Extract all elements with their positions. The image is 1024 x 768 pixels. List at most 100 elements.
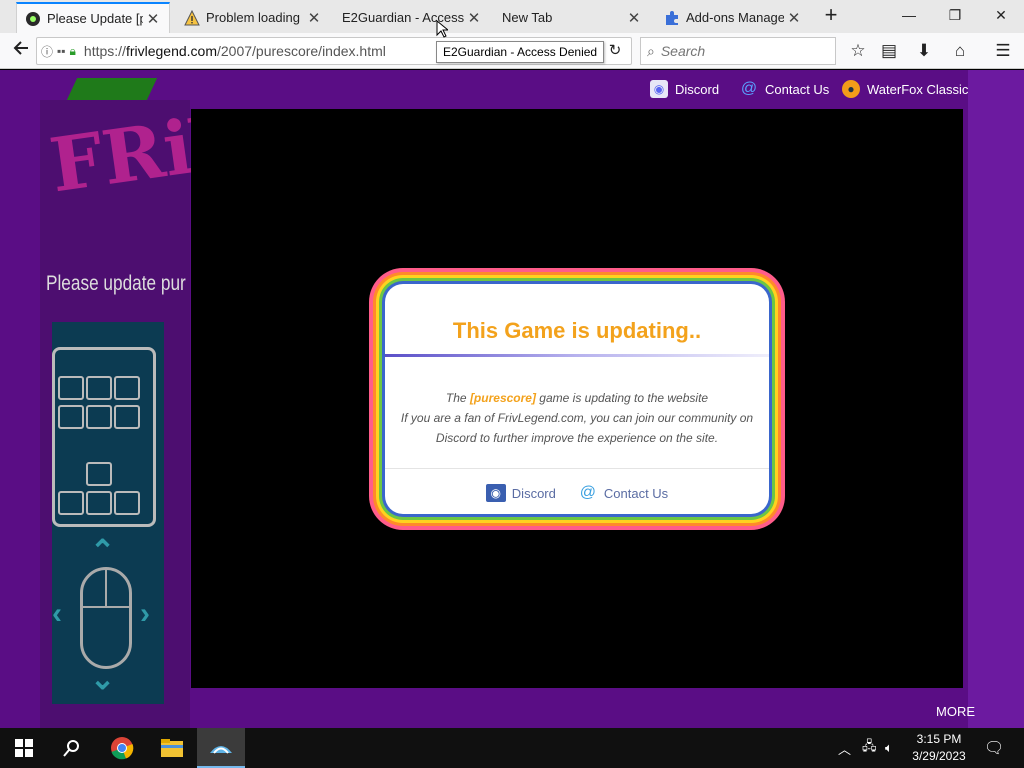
back-arrow-banner[interactable] — [66, 78, 158, 100]
info-icon[interactable]: ⓘ — [41, 43, 53, 60]
key — [86, 462, 112, 486]
key — [58, 376, 84, 400]
waterfox-label: WaterFox Classic — [867, 81, 969, 97]
home-button[interactable]: ⌂ — [947, 39, 973, 63]
key — [114, 376, 140, 400]
arrow-left-icon: ‹ — [52, 597, 62, 630]
tab-title: Add-ons Manager — [686, 10, 784, 25]
key — [114, 491, 140, 515]
at-sign-icon: @ — [579, 484, 596, 501]
dialog-discord-link[interactable]: ◉ Discord — [485, 484, 556, 502]
permissions-icon[interactable]: ▪▪ — [57, 44, 66, 58]
discord-label: Discord — [511, 485, 556, 501]
url-host: frivlegend.com — [125, 43, 217, 59]
lock-icon: 🔒︎ — [69, 43, 76, 58]
message-line: Discord to further improve the experienc… — [435, 431, 719, 445]
volume-icon[interactable]: 🔈︎ — [885, 728, 893, 768]
bookmark-star-button[interactable]: ☆ — [845, 39, 871, 63]
restore-button[interactable]: ❐ — [932, 0, 978, 30]
waterfox-icon: ● — [842, 80, 860, 98]
tab-close-icon[interactable]: ✕ — [143, 10, 163, 28]
tab-problem-loading[interactable]: Problem loading p ✕ — [176, 2, 330, 33]
network-icon[interactable]: 🖧︎ — [862, 728, 877, 768]
chrome-icon — [111, 737, 134, 760]
show-hidden-icons-button[interactable]: ︿ — [838, 728, 851, 768]
tab-please-update[interactable]: Please Update [pur ✕ — [16, 2, 170, 33]
tab-close-icon[interactable]: ✕ — [784, 9, 804, 27]
tab-tooltip: E2Guardian - Access Denied — [436, 41, 605, 63]
tab-strip: Please Update [pur ✕ Problem loading p ✕… — [0, 0, 1024, 33]
menu-button[interactable]: ☰ — [990, 39, 1016, 63]
waterfox-link[interactable]: ● WaterFox Classic — [842, 78, 968, 100]
message-text: The — [445, 391, 470, 405]
tab-title: Please Update [pur — [47, 11, 143, 26]
back-button[interactable] — [8, 39, 34, 63]
tab-new-tab[interactable]: New Tab ✕ — [496, 2, 650, 33]
waterfox-taskbar-button[interactable] — [197, 728, 245, 768]
site-favicon-icon — [25, 11, 41, 27]
key — [114, 405, 140, 429]
dialog-divider — [385, 354, 769, 357]
search-input[interactable] — [660, 43, 821, 59]
mouse-cursor-icon — [436, 20, 448, 38]
sidebar-game-title: Please update pur — [46, 272, 186, 295]
notification-center-icon[interactable]: 🗨︎ — [984, 728, 1004, 768]
key — [86, 491, 112, 515]
update-dialog: This Game is updating.. The [purescore] … — [369, 268, 785, 530]
discord-link[interactable]: ◉ Discord — [650, 78, 719, 100]
tab-close-icon[interactable]: ✕ — [304, 9, 324, 27]
dialog-contact-link[interactable]: @ Contact Us — [578, 484, 668, 502]
contact-label: Contact Us — [765, 81, 830, 97]
discord-label: Discord — [675, 81, 720, 97]
tab-close-icon[interactable]: ✕ — [464, 9, 484, 27]
minimize-button[interactable]: — — [886, 0, 932, 30]
dialog-links: ◉ Discord @ Contact Us — [385, 484, 769, 502]
keyboard-diagram — [52, 347, 156, 527]
contact-us-link[interactable]: @ Contact Us — [740, 78, 829, 100]
back-arrow-icon — [13, 41, 28, 55]
search-icon: ⌕ — [647, 42, 655, 59]
chrome-taskbar-button[interactable] — [98, 728, 146, 768]
key — [86, 405, 112, 429]
contact-label: Contact Us — [603, 485, 669, 501]
tab-title: New Tab — [502, 10, 553, 25]
folder-icon — [161, 739, 183, 757]
arrow-right-icon: › — [140, 597, 150, 630]
warning-icon — [184, 9, 200, 26]
tab-addons-manager[interactable]: Add-ons Manager ✕ — [656, 2, 810, 33]
clock-date: 3/29/2023 — [912, 749, 966, 763]
url-text: https://frivlegend.com/2007/purescore/in… — [84, 43, 386, 59]
search-button[interactable] — [48, 728, 96, 768]
search-bar[interactable]: ⌕ — [640, 37, 836, 65]
reload-button[interactable]: ↻ — [602, 39, 628, 63]
dialog-title: This Game is updating.. — [452, 318, 702, 343]
puzzle-piece-icon — [664, 10, 680, 26]
more-link[interactable]: MORE — [936, 704, 975, 719]
downloads-button[interactable]: ⬇ — [911, 39, 937, 63]
new-tab-button[interactable]: + — [820, 4, 842, 26]
key — [86, 376, 112, 400]
tab-close-icon[interactable]: ✕ — [624, 9, 644, 27]
start-button[interactable] — [0, 728, 48, 768]
right-background-strip — [968, 70, 1024, 728]
close-window-button[interactable]: ✕ — [978, 0, 1024, 30]
dialog-content: This Game is updating.. The [purescore] … — [385, 284, 769, 514]
key — [58, 491, 84, 515]
clock-time: 3:15 PM — [916, 732, 962, 746]
waterfox-icon — [210, 746, 232, 754]
at-sign-icon: @ — [740, 80, 758, 97]
system-clock[interactable]: 3:15 PM 3/29/2023 — [906, 731, 972, 765]
tab-title: Problem loading p — [206, 10, 304, 25]
discord-icon: ◉ — [650, 80, 668, 98]
arrow-up-icon: ⌃ — [90, 535, 116, 568]
search-icon — [63, 740, 79, 757]
windows-taskbar: ︿ 🖧︎ 🔈︎ 3:15 PM 3/29/2023 🗨︎ — [0, 728, 1024, 768]
controls-panel: ⌃ ‹ › ⌄ — [52, 322, 164, 704]
dialog-divider — [385, 468, 769, 469]
url-path: /2007/purescore/index.html — [217, 43, 386, 59]
file-explorer-button[interactable] — [148, 728, 196, 768]
reading-list-button[interactable]: ▤ — [876, 39, 902, 63]
dialog-message: The [purescore] game is updating to the … — [385, 388, 769, 448]
tab-e2guardian[interactable]: E2Guardian - Access D ✕ — [336, 2, 490, 33]
message-line: If you are a fan of FrivLegend.com, you … — [400, 411, 754, 425]
